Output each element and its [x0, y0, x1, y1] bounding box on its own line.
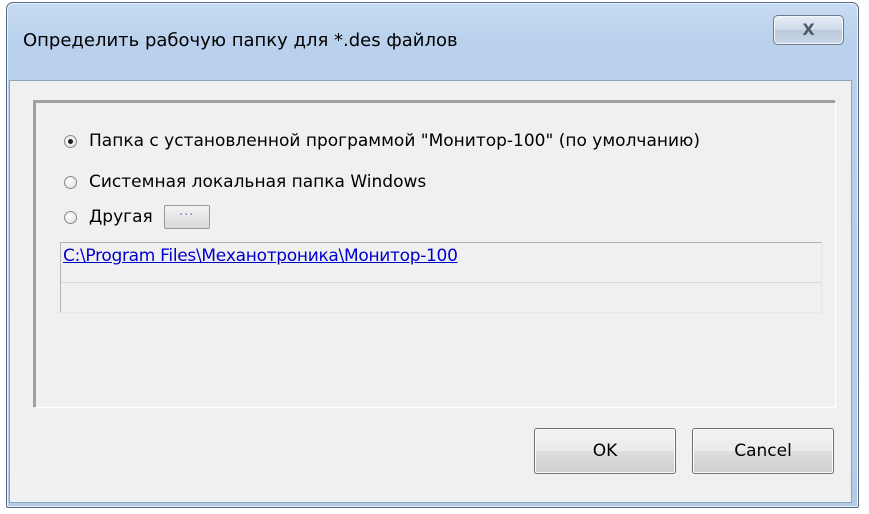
option-other-folder[interactable]: Другая ···: [64, 205, 210, 229]
option-windows-local-folder-label: Системная локальная папка Windows: [89, 172, 427, 192]
close-button[interactable]: X: [773, 15, 844, 45]
radio-other-folder[interactable]: [64, 210, 77, 224]
option-program-folder[interactable]: Папка с установленной программой "Монито…: [64, 129, 700, 153]
radio-program-folder[interactable]: [64, 134, 77, 148]
ok-button[interactable]: OK: [534, 428, 676, 474]
option-other-folder-label: Другая: [89, 207, 153, 227]
close-icon: X: [802, 20, 815, 39]
folder-path-link[interactable]: C:\Program Files\Механотроника\Монитор-1…: [63, 246, 458, 266]
path-divider: [61, 282, 821, 283]
option-windows-local-folder[interactable]: Системная локальная папка Windows: [64, 170, 426, 194]
path-display-box: C:\Program Files\Механотроника\Монитор-1…: [60, 242, 822, 313]
window-title: Определить рабочую папку для *.des файло…: [23, 30, 458, 51]
cancel-button[interactable]: Cancel: [692, 428, 834, 474]
radio-windows-local-folder[interactable]: [64, 175, 77, 189]
browse-button[interactable]: ···: [163, 205, 210, 229]
option-program-folder-label: Папка с установленной программой "Монито…: [89, 131, 700, 151]
